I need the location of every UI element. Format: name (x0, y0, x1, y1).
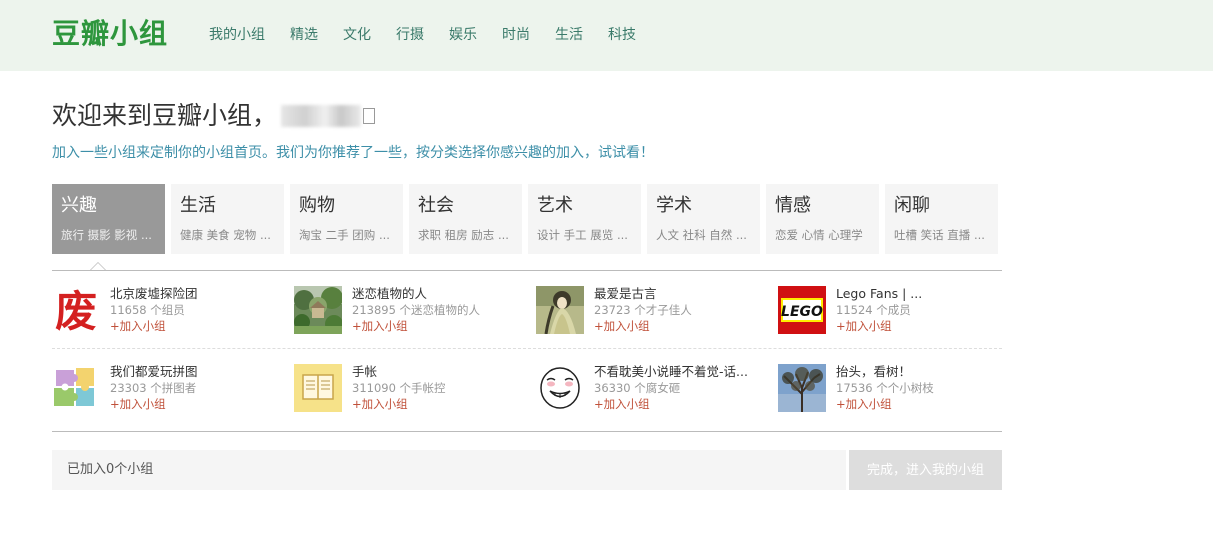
group-card: 手帐 311090 个手帐控 +加入小组 (294, 364, 529, 412)
group-name[interactable]: 不看耽美小说睡不着觉-话... (594, 364, 769, 380)
welcome-text: 欢迎来到豆瓣小组， (52, 101, 278, 130)
join-group-link[interactable]: +加入小组 (110, 318, 166, 334)
top-nav: 我的小组 精选 文化 行摄 娱乐 时尚 生活 科技 (209, 24, 661, 46)
tab-subtitle: 淘宝 二手 团购 ... (299, 228, 390, 242)
garden-photo-icon (294, 286, 342, 334)
lego-logo-text: LEGO (781, 304, 823, 320)
tab-subtitle: 求职 租房 励志 ... (418, 228, 509, 242)
group-card: 抬头，看树！ 17536 个个小树枝 +加入小组 (778, 364, 1013, 412)
tab-subtitle: 旅行 摄影 影视 ... (61, 228, 152, 242)
join-group-link[interactable]: +加入小组 (110, 396, 166, 412)
group-card: LEGO Lego Fans | ... 11524 个成员 +加入小组 (778, 286, 1013, 334)
group-name[interactable]: 我们都爱玩拼图 (110, 364, 285, 380)
group-member-count: 311090 个手帐控 (352, 381, 446, 395)
join-group-link[interactable]: +加入小组 (352, 318, 408, 334)
dashed-divider (52, 348, 1002, 349)
ancient-illustration-icon (536, 286, 584, 334)
tab-art[interactable]: 艺术 设计 手工 展览 ... (528, 184, 641, 254)
group-thumbnail[interactable] (778, 364, 826, 412)
tab-title: 兴趣 (61, 195, 97, 216)
group-name[interactable]: 抬头，看树！ (836, 364, 1011, 380)
welcome-heading: 欢迎来到豆瓣小组， (52, 98, 376, 134)
tab-title: 情感 (775, 195, 811, 216)
group-member-count: 213895 个迷恋植物的人 (352, 303, 481, 317)
group-card: 最爱是古言 23723 个才子佳人 +加入小组 (536, 286, 771, 334)
group-thumbnail[interactable]: 废 (52, 286, 100, 334)
tab-title: 闲聊 (894, 195, 930, 216)
nav-fashion[interactable]: 时尚 (502, 24, 530, 46)
tab-chat[interactable]: 闲聊 吐槽 笑话 直播 ... (885, 184, 998, 254)
tab-subtitle: 设计 手工 展览 ... (537, 228, 628, 242)
tab-subtitle: 人文 社科 自然 ... (656, 228, 747, 242)
group-thumbnail[interactable] (294, 286, 342, 334)
group-thumbnail[interactable] (294, 364, 342, 412)
group-card: 迷恋植物的人 213895 个迷恋植物的人 +加入小组 (294, 286, 529, 334)
group-thumbnail[interactable] (52, 364, 100, 412)
tab-subtitle: 健康 美食 宠物 ... (180, 228, 271, 242)
group-thumbnail[interactable] (536, 364, 584, 412)
top-header: 豆瓣小组 我的小组 精选 文化 行摄 娱乐 时尚 生活 科技 (0, 0, 1213, 71)
join-group-link[interactable]: +加入小组 (594, 318, 650, 334)
puzzle-pieces-icon (52, 364, 100, 412)
group-member-count: 17536 个个小树枝 (836, 381, 934, 395)
ruins-logo-icon: 废 (52, 286, 100, 334)
intro-text: 加入一些小组来定制你的小组首页。我们为你推荐了一些，按分类选择你感兴趣的加入，试… (52, 145, 654, 161)
join-group-link[interactable]: +加入小组 (836, 396, 892, 412)
join-group-link[interactable]: +加入小组 (836, 318, 892, 334)
blurred-username (281, 105, 362, 127)
group-name[interactable]: Lego Fans | ... (836, 286, 1011, 302)
finish-button[interactable]: 完成，进入我的小组 (849, 450, 1002, 490)
group-card: 不看耽美小说睡不着觉-话... 36330 个腐女砸 +加入小组 (536, 364, 771, 412)
tab-title: 学术 (656, 195, 692, 216)
nav-travel-photo[interactable]: 行摄 (396, 24, 424, 46)
tree-photo-icon (778, 364, 826, 412)
group-name[interactable]: 北京废墟探险团 (110, 286, 285, 302)
group-thumbnail[interactable] (536, 286, 584, 334)
group-member-count: 23303 个拼图者 (110, 381, 197, 395)
tab-interest[interactable]: 兴趣 旅行 摄影 影视 ... (52, 184, 165, 254)
tab-title: 生活 (180, 195, 216, 216)
group-member-count: 11658 个组员 (110, 303, 185, 317)
join-group-link[interactable]: +加入小组 (594, 396, 650, 412)
group-card: 我们都爱玩拼图 23303 个拼图者 +加入小组 (52, 364, 287, 412)
group-name[interactable]: 手帐 (352, 364, 527, 380)
group-member-count: 23723 个才子佳人 (594, 303, 692, 317)
tab-subtitle: 吐槽 笑话 直播 ... (894, 228, 985, 242)
tab-emotion[interactable]: 情感 恋爱 心情 心理学 (766, 184, 879, 254)
tab-title: 购物 (299, 195, 335, 216)
site-logo[interactable]: 豆瓣小组 (52, 14, 168, 54)
group-name[interactable]: 最爱是古言 (594, 286, 769, 302)
nav-life[interactable]: 生活 (555, 24, 583, 46)
tab-subtitle: 恋爱 心情 心理学 (775, 228, 863, 242)
divider (52, 431, 1002, 432)
active-tab-pointer (90, 262, 106, 270)
group-thumbnail[interactable]: LEGO (778, 286, 826, 334)
group-member-count: 11524 个成员 (836, 303, 911, 317)
nav-tech[interactable]: 科技 (608, 24, 636, 46)
joined-count-bar: 已加入0个小组 (52, 450, 846, 490)
tab-title: 社会 (418, 195, 454, 216)
notebook-icon (294, 364, 342, 412)
tab-life[interactable]: 生活 健康 美食 宠物 ... (171, 184, 284, 254)
tab-academic[interactable]: 学术 人文 社科 自然 ... (647, 184, 760, 254)
group-name[interactable]: 迷恋植物的人 (352, 286, 527, 302)
divider (52, 270, 1002, 271)
missing-glyph-box (363, 108, 376, 124)
group-card: 废 北京废墟探险团 11658 个组员 +加入小组 (52, 286, 287, 334)
tab-title: 艺术 (537, 195, 573, 216)
nav-my-groups[interactable]: 我的小组 (209, 24, 265, 46)
nav-entertainment[interactable]: 娱乐 (449, 24, 477, 46)
ruins-logo-text: 废 (55, 287, 97, 334)
tab-society[interactable]: 社会 求职 租房 励志 ... (409, 184, 522, 254)
tab-shopping[interactable]: 购物 淘宝 二手 团购 ... (290, 184, 403, 254)
nav-culture[interactable]: 文化 (343, 24, 371, 46)
group-member-count: 36330 个腐女砸 (594, 381, 681, 395)
nav-featured[interactable]: 精选 (290, 24, 318, 46)
join-group-link[interactable]: +加入小组 (352, 396, 408, 412)
lego-logo-icon: LEGO (778, 286, 826, 334)
meme-face-icon (536, 364, 584, 412)
